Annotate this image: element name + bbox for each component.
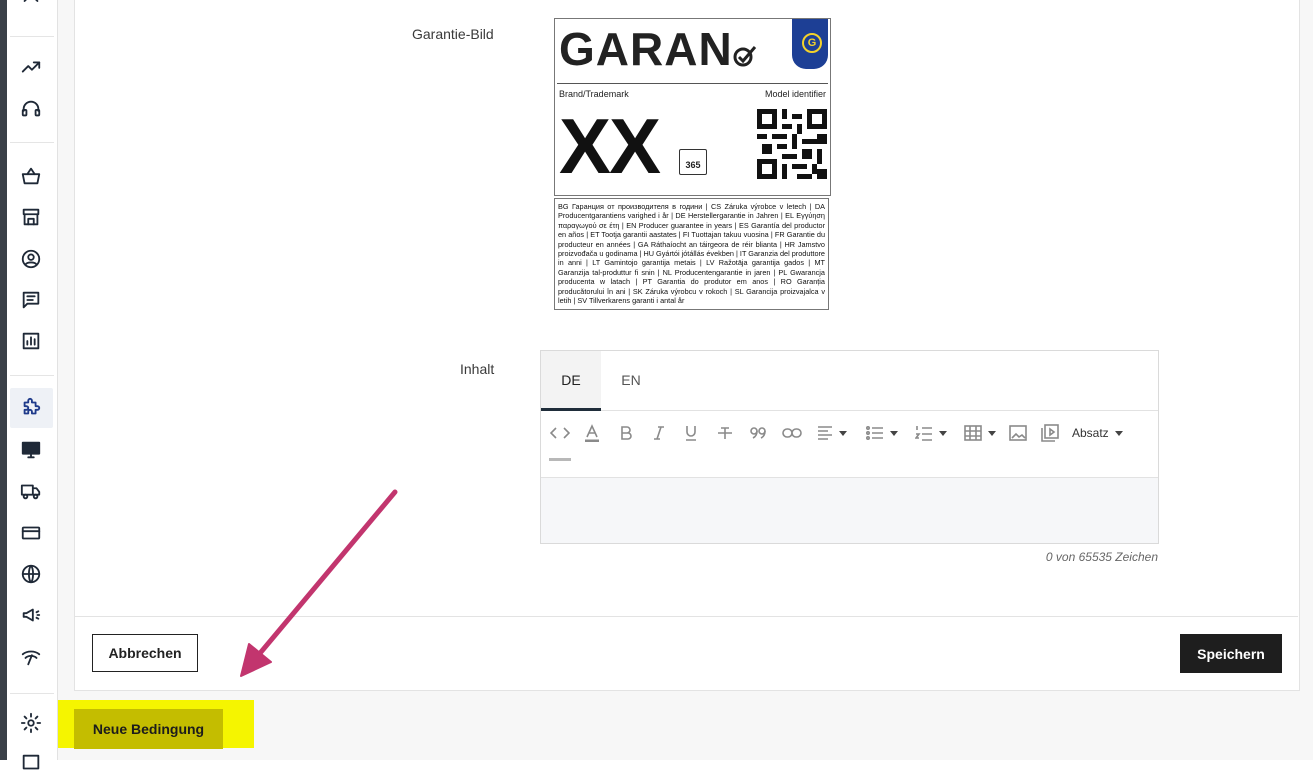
- footer-divider: [74, 616, 1298, 617]
- plugins-icon[interactable]: [18, 395, 44, 421]
- content-field-label: Inhalt: [460, 361, 495, 377]
- horizontal-rule-icon[interactable]: [549, 458, 571, 461]
- video-icon[interactable]: [1041, 422, 1059, 444]
- bold-icon[interactable]: [619, 422, 633, 444]
- underline-icon[interactable]: [684, 422, 698, 444]
- image-field-label: Garantie-Bild: [412, 26, 494, 42]
- globe-icon[interactable]: [18, 561, 44, 587]
- eu-badge-letter: G: [802, 33, 822, 53]
- brand-label: Brand/Trademark: [559, 89, 629, 99]
- support-icon[interactable]: [18, 96, 44, 122]
- warranty-logo-text: GARAN: [559, 23, 733, 75]
- warranty-label-languages: BG Гаранция от производителя в години | …: [554, 198, 829, 310]
- check-icon: [733, 46, 756, 67]
- align-icon[interactable]: [817, 422, 847, 444]
- paragraph-select-value: Absatz: [1072, 426, 1109, 440]
- italic-icon[interactable]: [652, 422, 666, 444]
- warranty-logo: GARAN: [559, 23, 761, 75]
- image-icon[interactable]: [1009, 422, 1027, 444]
- languages-text: BG Гаранция от производителя в години | …: [558, 202, 825, 306]
- more-icon[interactable]: [18, 750, 44, 776]
- strikethrough-icon[interactable]: [716, 422, 734, 444]
- new-condition-button[interactable]: Neue Bedingung: [74, 709, 223, 749]
- settings-icon[interactable]: [18, 710, 44, 736]
- code-icon[interactable]: [550, 422, 570, 444]
- tab-de[interactable]: DE: [541, 351, 601, 411]
- cancel-button[interactable]: Abbrechen: [92, 634, 198, 672]
- reports-icon[interactable]: [18, 328, 44, 354]
- eu-badge: G: [792, 19, 828, 69]
- paragraph-select[interactable]: Absatz: [1072, 422, 1123, 444]
- trending-icon[interactable]: [18, 54, 44, 80]
- character-counter: 0 von 65535 Zeichen: [1045, 550, 1158, 564]
- bullet-list-icon[interactable]: [866, 422, 898, 444]
- calendar-days: 365: [685, 160, 701, 170]
- editor-toolbar: Absatz: [541, 411, 1158, 478]
- sidebar: [7, 0, 58, 770]
- sidebar-divider: [10, 375, 54, 376]
- connectivity-icon[interactable]: [18, 644, 44, 670]
- sidebar-divider: [10, 36, 54, 37]
- save-button[interactable]: Speichern: [1180, 634, 1282, 673]
- window-edge: [0, 0, 7, 760]
- customer-icon[interactable]: [18, 246, 44, 272]
- marketing-icon[interactable]: [18, 602, 44, 628]
- text-color-icon[interactable]: [584, 422, 600, 444]
- brand-value: XX: [559, 102, 661, 190]
- calendar-icon: 365: [679, 149, 707, 175]
- warranty-label-top: GARAN G Brand/Trademark Model identifier…: [554, 18, 831, 196]
- numbered-list-icon[interactable]: [915, 422, 947, 444]
- display-icon[interactable]: [18, 437, 44, 463]
- link-icon[interactable]: [782, 422, 802, 444]
- qr-code-icon: [757, 109, 827, 179]
- payment-icon[interactable]: [18, 520, 44, 546]
- messages-icon[interactable]: [18, 287, 44, 313]
- basket-icon[interactable]: [18, 163, 44, 189]
- warranty-image[interactable]: GARAN G Brand/Trademark Model identifier…: [554, 18, 831, 312]
- table-icon[interactable]: [964, 422, 996, 444]
- sidebar-divider: [10, 142, 54, 143]
- language-tabs: DE EN: [541, 351, 1158, 411]
- tab-en[interactable]: EN: [601, 351, 661, 408]
- warranty-divider: [557, 83, 828, 84]
- dashboard-icon[interactable]: [18, 0, 44, 14]
- store-icon[interactable]: [18, 204, 44, 230]
- model-label: Model identifier: [764, 89, 826, 99]
- quote-icon[interactable]: [750, 422, 768, 444]
- sidebar-divider: [10, 693, 54, 694]
- shipping-icon[interactable]: [18, 478, 44, 504]
- rich-text-editor: DE EN Absatz: [540, 350, 1159, 544]
- editor-content[interactable]: [541, 478, 1158, 543]
